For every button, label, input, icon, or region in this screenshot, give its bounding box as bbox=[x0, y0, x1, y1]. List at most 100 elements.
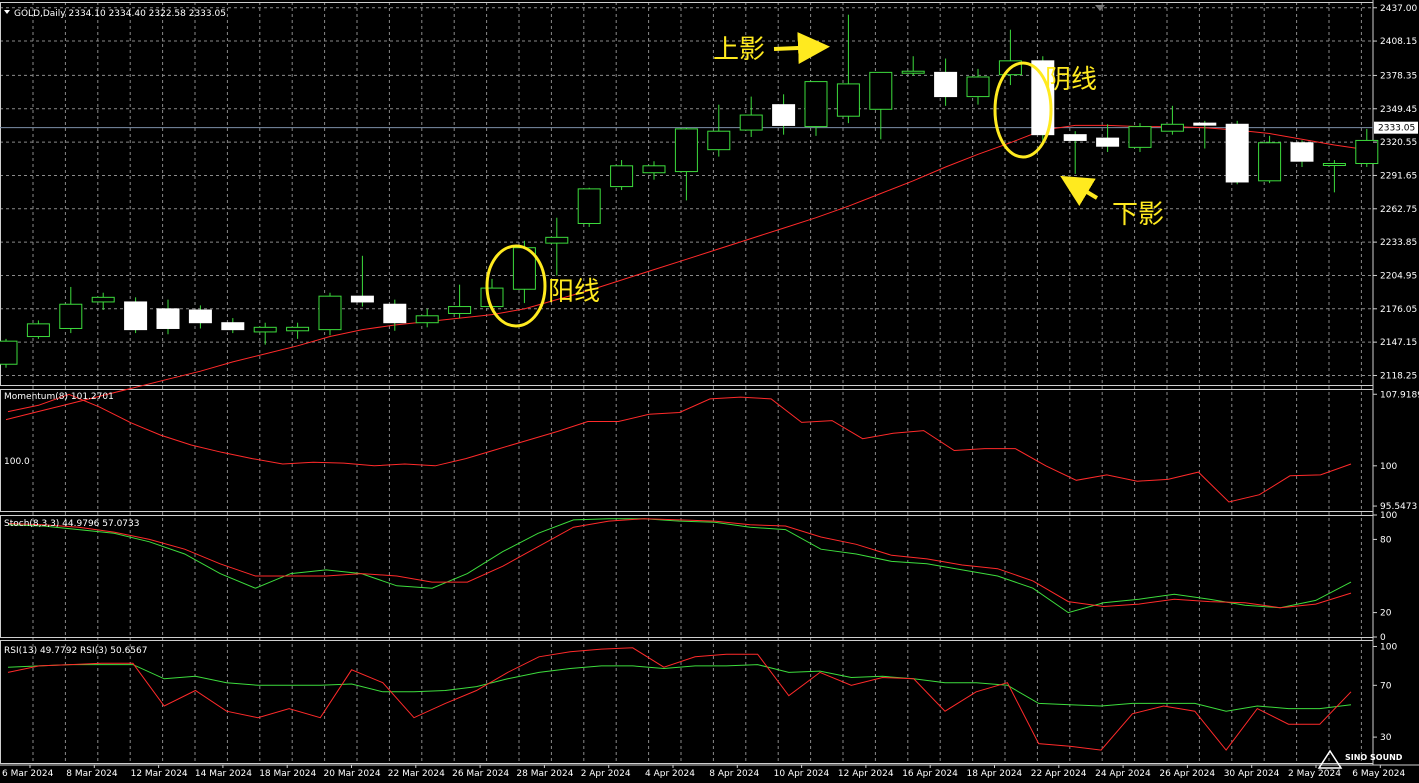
watermark-text: SINO SOUND bbox=[1345, 753, 1403, 762]
candle bbox=[1322, 160, 1346, 193]
stoch-line-0 bbox=[7, 518, 1352, 614]
collapse-arrow-icon[interactable] bbox=[4, 10, 10, 14]
price-axis-label: 2408.15 bbox=[1380, 37, 1417, 47]
candle bbox=[1096, 124, 1120, 152]
date-axis-label: 22 Mar 2024 bbox=[388, 769, 445, 779]
candle bbox=[901, 56, 925, 76]
annotation-bull-candle: 阳线 bbox=[485, 244, 600, 328]
date-axis-label: 6 Mar 2024 bbox=[2, 769, 54, 779]
candle bbox=[966, 68, 990, 105]
chart-marks: 2333.05 bbox=[0, 14, 1418, 751]
candle-body-bear bbox=[221, 322, 245, 331]
candle bbox=[1128, 123, 1152, 152]
candle bbox=[545, 217, 569, 276]
candle bbox=[772, 94, 796, 135]
date-axis-label: 14 Mar 2024 bbox=[195, 769, 252, 779]
candle-body-bull bbox=[577, 188, 601, 224]
date-axis-label: 10 Apr 2024 bbox=[774, 769, 830, 779]
date-axis-label: 2 Apr 2024 bbox=[581, 769, 631, 779]
date-axis-label: 24 Apr 2024 bbox=[1095, 769, 1151, 779]
date-axis-label: 20 Mar 2024 bbox=[324, 769, 381, 779]
candle-body-bull bbox=[610, 165, 634, 188]
candle bbox=[1225, 120, 1249, 185]
candle-body-bear bbox=[156, 308, 180, 329]
date-axis-label: 18 Mar 2024 bbox=[259, 769, 316, 779]
candle bbox=[350, 255, 374, 307]
candle-body-bull bbox=[1322, 163, 1346, 167]
candle-body-bull bbox=[59, 303, 83, 329]
price-axis-label: 2147.15 bbox=[1380, 338, 1417, 348]
candle-body-bear bbox=[1290, 142, 1314, 162]
rsi-line-1 bbox=[7, 647, 1352, 751]
stoch-axis-label: 80 bbox=[1380, 535, 1392, 545]
candle bbox=[253, 322, 277, 345]
candle-body-bull bbox=[318, 295, 342, 331]
stoch-axis-label: 20 bbox=[1380, 609, 1392, 619]
annotation-lower-shadow-label: 下影 bbox=[1112, 200, 1164, 230]
current-price-label: 2333.05 bbox=[1378, 124, 1415, 134]
candle bbox=[707, 104, 731, 157]
candle bbox=[91, 292, 115, 311]
candle-body-bull bbox=[1160, 123, 1184, 132]
candle-body-bull bbox=[0, 340, 18, 365]
candle-body-bull bbox=[545, 236, 569, 244]
candle bbox=[512, 240, 536, 304]
momentum-axis-label: 107.9189 bbox=[1380, 390, 1419, 400]
candle-body-bear bbox=[1193, 122, 1217, 126]
candle-body-bull bbox=[739, 114, 763, 131]
candle-body-bull bbox=[253, 326, 277, 333]
candle-body-bull bbox=[1355, 139, 1379, 165]
annotation-upper-shadow: 上影 bbox=[713, 32, 830, 65]
candle-body-bear bbox=[1225, 123, 1249, 183]
candle bbox=[642, 161, 666, 180]
candle-body-bear bbox=[772, 104, 796, 126]
rsi-axis-label: 30 bbox=[1380, 733, 1392, 743]
momentum-level-label: 100.0 bbox=[4, 457, 30, 467]
date-axis-label: 8 Apr 2024 bbox=[709, 769, 759, 779]
candle bbox=[577, 187, 601, 227]
candle bbox=[59, 286, 83, 334]
momentum-axis-label: 100 bbox=[1380, 462, 1397, 472]
candle-body-bull bbox=[966, 76, 990, 98]
candle bbox=[610, 160, 634, 191]
candle-body-bear bbox=[1063, 134, 1087, 141]
candle bbox=[1160, 105, 1184, 135]
date-axis-label: 18 Apr 2024 bbox=[967, 769, 1023, 779]
price-axis-label: 2320.55 bbox=[1380, 138, 1417, 148]
stoch-line-1 bbox=[7, 518, 1352, 609]
price-axis-label: 2437.00 bbox=[1380, 4, 1417, 14]
rsi-title: RSI(13) 49.7792 RSI(3) 50.6567 bbox=[4, 646, 147, 656]
candle bbox=[869, 71, 893, 140]
candle bbox=[674, 127, 698, 201]
annotation-bull-label: 阳线 bbox=[548, 277, 600, 307]
candle bbox=[836, 14, 860, 124]
date-axis-label: 26 Mar 2024 bbox=[452, 769, 509, 779]
trading-chart: 2333.05 2437.00 2408.15 2378.35 2349.45 2320… bbox=[0, 0, 1419, 779]
date-axis-label: 22 Apr 2024 bbox=[1031, 769, 1087, 779]
annotation-bear-label: 阴线 bbox=[1045, 65, 1097, 95]
candle bbox=[1063, 131, 1087, 174]
candle-body-bull bbox=[415, 315, 439, 324]
date-axis-label: 6 May 2024 bbox=[1352, 769, 1405, 779]
annotation-upper-shadow-label: 上影 bbox=[713, 35, 765, 65]
date-axis-label: 16 Apr 2024 bbox=[902, 769, 958, 779]
candle-body-bull bbox=[286, 326, 310, 332]
candle bbox=[1290, 140, 1314, 167]
candle bbox=[739, 96, 763, 137]
date-axis-label: 12 Apr 2024 bbox=[838, 769, 894, 779]
main-title: GOLD,Daily 2334.10 2334.40 2322.58 2333.… bbox=[14, 9, 226, 19]
shift-marker-icon[interactable] bbox=[1095, 5, 1105, 11]
rsi-line-0 bbox=[7, 664, 1352, 712]
date-axis-label: 4 Apr 2024 bbox=[645, 769, 695, 779]
price-axis-label: 2204.95 bbox=[1380, 271, 1417, 281]
candle-body-bull bbox=[674, 128, 698, 173]
candle-body-bear bbox=[124, 301, 148, 331]
candle-body-bull bbox=[448, 306, 472, 314]
candle bbox=[0, 338, 18, 368]
candle-body-bull bbox=[901, 70, 925, 74]
price-axis-label: 2176.05 bbox=[1380, 305, 1417, 315]
candle-body-bear bbox=[188, 309, 212, 324]
price-axis-label: 2262.75 bbox=[1380, 205, 1417, 215]
candle-body-bull bbox=[1128, 126, 1152, 148]
candle-body-bull bbox=[91, 296, 115, 303]
